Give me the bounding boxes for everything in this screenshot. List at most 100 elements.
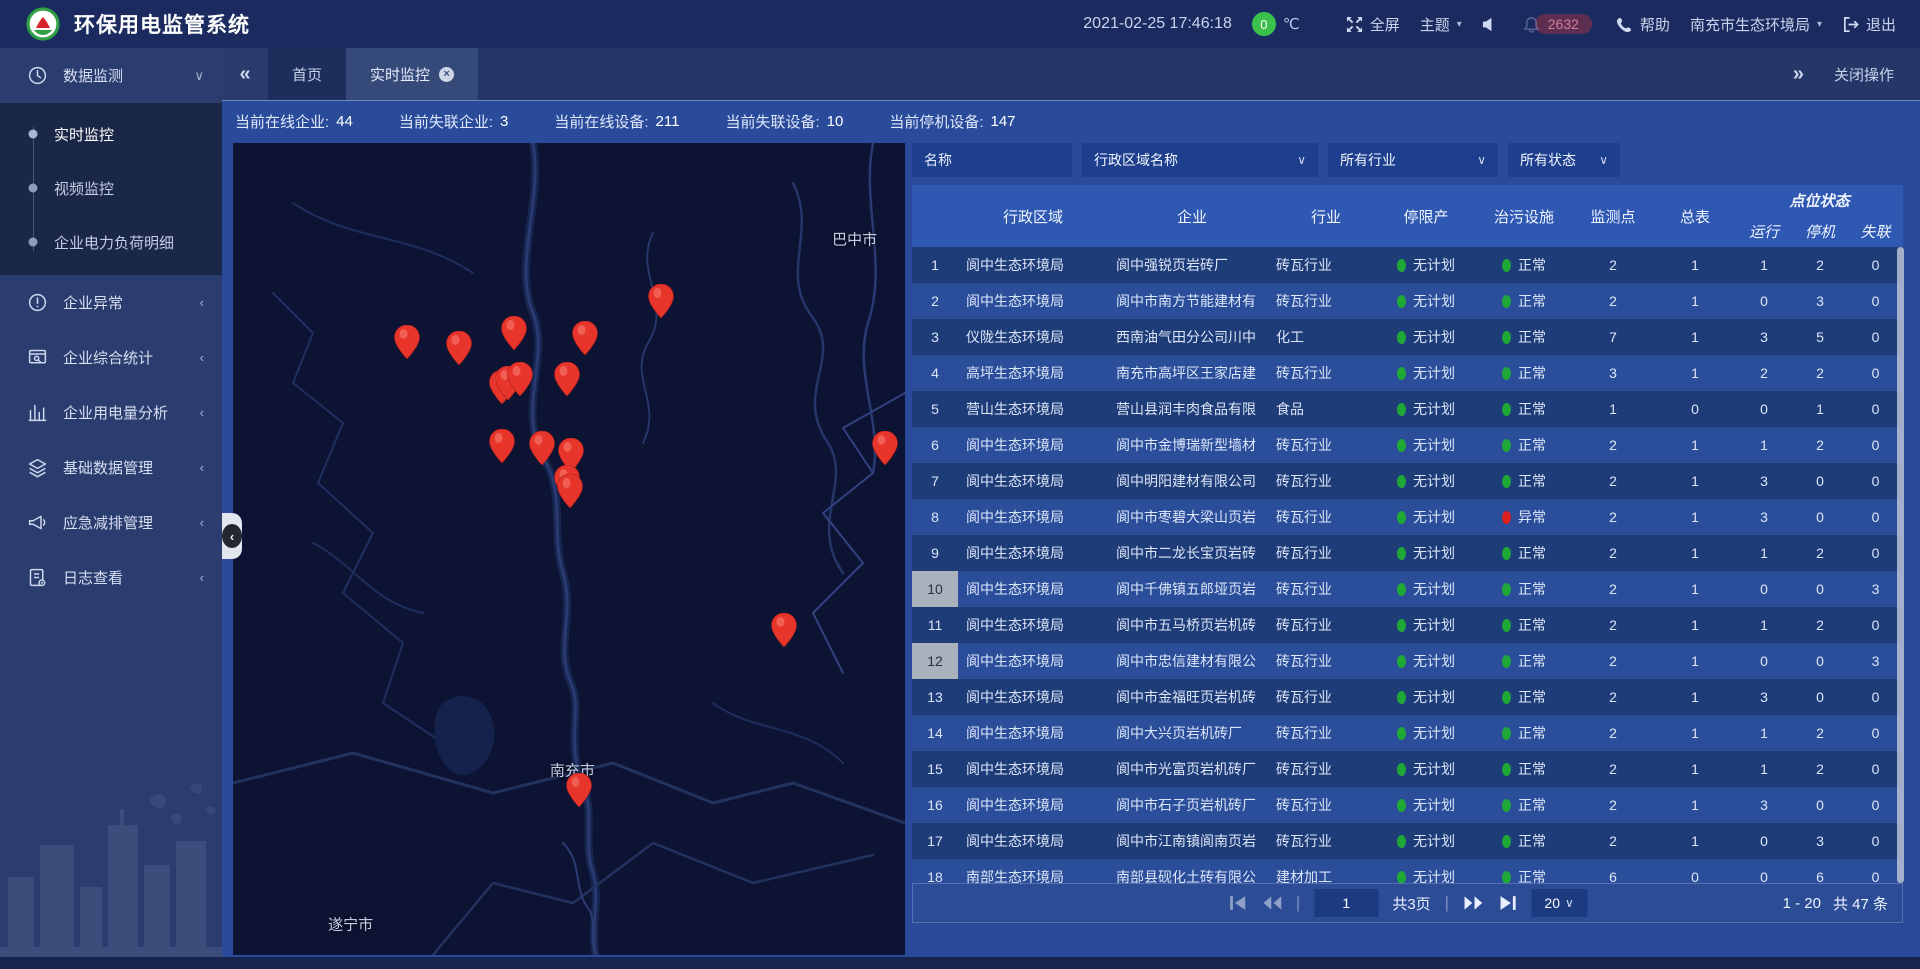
tabs-scroll-right-button[interactable]: »: [1793, 63, 1804, 86]
industry-filter-select[interactable]: 所有行业 ∨: [1328, 143, 1498, 177]
tab-实时监控[interactable]: 实时监控×: [346, 48, 478, 100]
point-status-group-title: 点位状态: [1736, 185, 1903, 215]
table-row[interactable]: 9阆中生态环境局阆中市二龙长宝页岩砖砖瓦行业无计划正常21120: [912, 535, 1903, 571]
notifications-widget[interactable]: 2632: [1523, 14, 1592, 34]
row-limit-status: 无计划: [1376, 291, 1476, 311]
table-row[interactable]: 6阆中生态环境局阆中市金博瑞新型墙材砖瓦行业无计划正常21120: [912, 427, 1903, 463]
row-facility-status-label: 正常: [1518, 471, 1546, 491]
map-pin-icon[interactable]: [529, 431, 555, 465]
map-pin-icon[interactable]: [446, 331, 472, 365]
org-dropdown[interactable]: 南充市生态环境局 ▾: [1690, 14, 1822, 35]
table-row[interactable]: 4高坪生态环境局南充市高坪区王家店建砖瓦行业无计划正常31220: [912, 355, 1903, 391]
row-facility-status: 正常: [1476, 291, 1572, 311]
tab-close-icon[interactable]: ×: [439, 67, 454, 82]
help-button[interactable]: 帮助: [1616, 14, 1670, 35]
help-label: 帮助: [1640, 14, 1670, 35]
map-pin-icon[interactable]: [648, 284, 674, 318]
row-lost-count: 0: [1848, 329, 1903, 345]
tabs-scroll-left-button[interactable]: «: [222, 48, 268, 100]
row-facility-status-label: 正常: [1518, 867, 1546, 883]
row-limit-status-label: 无计划: [1413, 795, 1455, 815]
row-stop-count: 0: [1792, 509, 1848, 525]
sound-mute-button[interactable]: [1482, 16, 1499, 33]
row-company: 南部县砚化土砖有限公: [1108, 867, 1276, 883]
tab-首页[interactable]: 首页: [268, 48, 346, 100]
table-row[interactable]: 11阆中生态环境局阆中市五马桥页岩机砖砖瓦行业无计划正常21120: [912, 607, 1903, 643]
map-pin-icon[interactable]: [572, 321, 598, 355]
table-row[interactable]: 18南部生态环境局南部县砚化土砖有限公建材加工无计划正常60060: [912, 859, 1903, 883]
map-pin-icon[interactable]: [554, 362, 580, 396]
table-row[interactable]: 13阆中生态环境局阆中市金福旺页岩机砖砖瓦行业无计划正常21300: [912, 679, 1903, 715]
last-page-button[interactable]: [1497, 895, 1517, 911]
row-region: 阆中生态环境局: [958, 723, 1108, 743]
row-lost-count: 0: [1848, 833, 1903, 849]
map-pin-icon[interactable]: [394, 325, 420, 359]
table-header: 行政区域企业行业停限产治污设施监测点总表点位状态运行停机失联: [912, 185, 1903, 247]
sidebar-item[interactable]: 应急减排管理‹: [0, 495, 222, 550]
row-facility-status: 正常: [1476, 543, 1572, 563]
sidebar-subitem[interactable]: 企业电力负荷明细: [0, 215, 222, 269]
status-filter-select[interactable]: 所有状态 ∨: [1508, 143, 1620, 177]
close-operations-button[interactable]: 关闭操作: [1834, 64, 1894, 85]
table-row[interactable]: 7阆中生态环境局阆中明阳建材有限公司砖瓦行业无计划正常21300: [912, 463, 1903, 499]
sidebar-item[interactable]: 日志查看‹: [0, 550, 222, 605]
first-page-button[interactable]: [1228, 895, 1248, 911]
sidebar-item[interactable]: 数据监测∨: [0, 48, 222, 103]
table-scrollbar[interactable]: [1897, 247, 1904, 883]
row-index: 8: [912, 499, 958, 535]
fullscreen-button[interactable]: 全屏: [1346, 14, 1400, 35]
temperature-badge: 0: [1252, 12, 1276, 36]
map-pin-icon[interactable]: [771, 613, 797, 647]
table-row[interactable]: 8阆中生态环境局阆中市枣碧大梁山页岩砖瓦行业无计划异常21300: [912, 499, 1903, 535]
table-header-cell: 失联: [1848, 215, 1903, 247]
theme-dropdown[interactable]: 主题 ▾: [1420, 14, 1462, 35]
logout-button[interactable]: 退出: [1842, 14, 1896, 35]
sidebar-item[interactable]: 基础数据管理‹: [0, 440, 222, 495]
page-number-input[interactable]: 1: [1314, 889, 1378, 917]
point-status-columns: 运行停机失联: [1736, 215, 1903, 247]
sidebar-item[interactable]: 企业用电量分析‹: [0, 385, 222, 440]
table-row[interactable]: 12阆中生态环境局阆中市忠信建材有限公砖瓦行业无计划正常21003: [912, 643, 1903, 679]
status-dot-normal: [1397, 295, 1406, 308]
map-pin-icon[interactable]: [507, 362, 533, 396]
row-stop-count: 3: [1792, 293, 1848, 309]
record-range-text: 1 - 20: [1783, 895, 1821, 912]
table-row[interactable]: 5营山生态环境局营山县润丰肉食品有限食品无计划正常10010: [912, 391, 1903, 427]
sidebar-item[interactable]: 企业综合统计‹: [0, 330, 222, 385]
row-lost-count: 0: [1848, 473, 1903, 489]
status-dot-normal: [1397, 619, 1406, 632]
table-row[interactable]: 17阆中生态环境局阆中市江南镇阆南页岩砖瓦行业无计划正常21030: [912, 823, 1903, 859]
row-index: 15: [912, 751, 958, 787]
row-lost-count: 0: [1848, 761, 1903, 777]
next-page-button[interactable]: [1463, 895, 1483, 911]
table-row[interactable]: 14阆中生态环境局阆中大兴页岩机砖厂砖瓦行业无计划正常21120: [912, 715, 1903, 751]
row-facility-status-label: 正常: [1518, 579, 1546, 599]
map-pin-icon[interactable]: [501, 316, 527, 350]
sidebar-collapse-button[interactable]: ‹: [222, 513, 242, 559]
sidebar-subitem[interactable]: 视频监控: [0, 161, 222, 215]
name-filter-input[interactable]: [912, 143, 1072, 177]
sidebar-subitem[interactable]: 实时监控: [0, 107, 222, 161]
table-row[interactable]: 2阆中生态环境局阆中市南方节能建材有砖瓦行业无计划正常21030: [912, 283, 1903, 319]
table-row[interactable]: 3仪陇生态环境局西南油气田分公司川中化工无计划正常71350: [912, 319, 1903, 355]
sidebar-item[interactable]: 企业异常‹: [0, 275, 222, 330]
row-limit-status-label: 无计划: [1413, 687, 1455, 707]
page-size-select[interactable]: 20 ∨: [1531, 889, 1587, 917]
row-monitor-count: 2: [1572, 293, 1654, 309]
map-pin-icon[interactable]: [872, 431, 898, 465]
status-dot-normal: [1397, 547, 1406, 560]
row-lost-count: 0: [1848, 437, 1903, 453]
map-panel[interactable]: 巴中市南充市遂宁市: [233, 143, 905, 955]
map-pin-icon[interactable]: [566, 773, 592, 807]
row-stop-count: 2: [1792, 545, 1848, 561]
table-row[interactable]: 10阆中生态环境局阆中千佛镇五郎垭页岩砖瓦行业无计划正常21003: [912, 571, 1903, 607]
row-facility-status-label: 正常: [1518, 723, 1546, 743]
map-pin-icon[interactable]: [489, 429, 515, 463]
row-limit-status-label: 无计划: [1413, 399, 1455, 419]
table-row[interactable]: 16阆中生态环境局阆中市石子页岩机砖厂砖瓦行业无计划正常21300: [912, 787, 1903, 823]
prev-page-button[interactable]: [1262, 895, 1282, 911]
region-filter-select[interactable]: 行政区域名称 ∨: [1082, 143, 1318, 177]
table-row[interactable]: 1阆中生态环境局阆中强锐页岩砖厂砖瓦行业无计划正常21120: [912, 247, 1903, 283]
table-row[interactable]: 15阆中生态环境局阆中市光富页岩机砖厂砖瓦行业无计划正常21120: [912, 751, 1903, 787]
map-pin-icon[interactable]: [557, 474, 583, 508]
